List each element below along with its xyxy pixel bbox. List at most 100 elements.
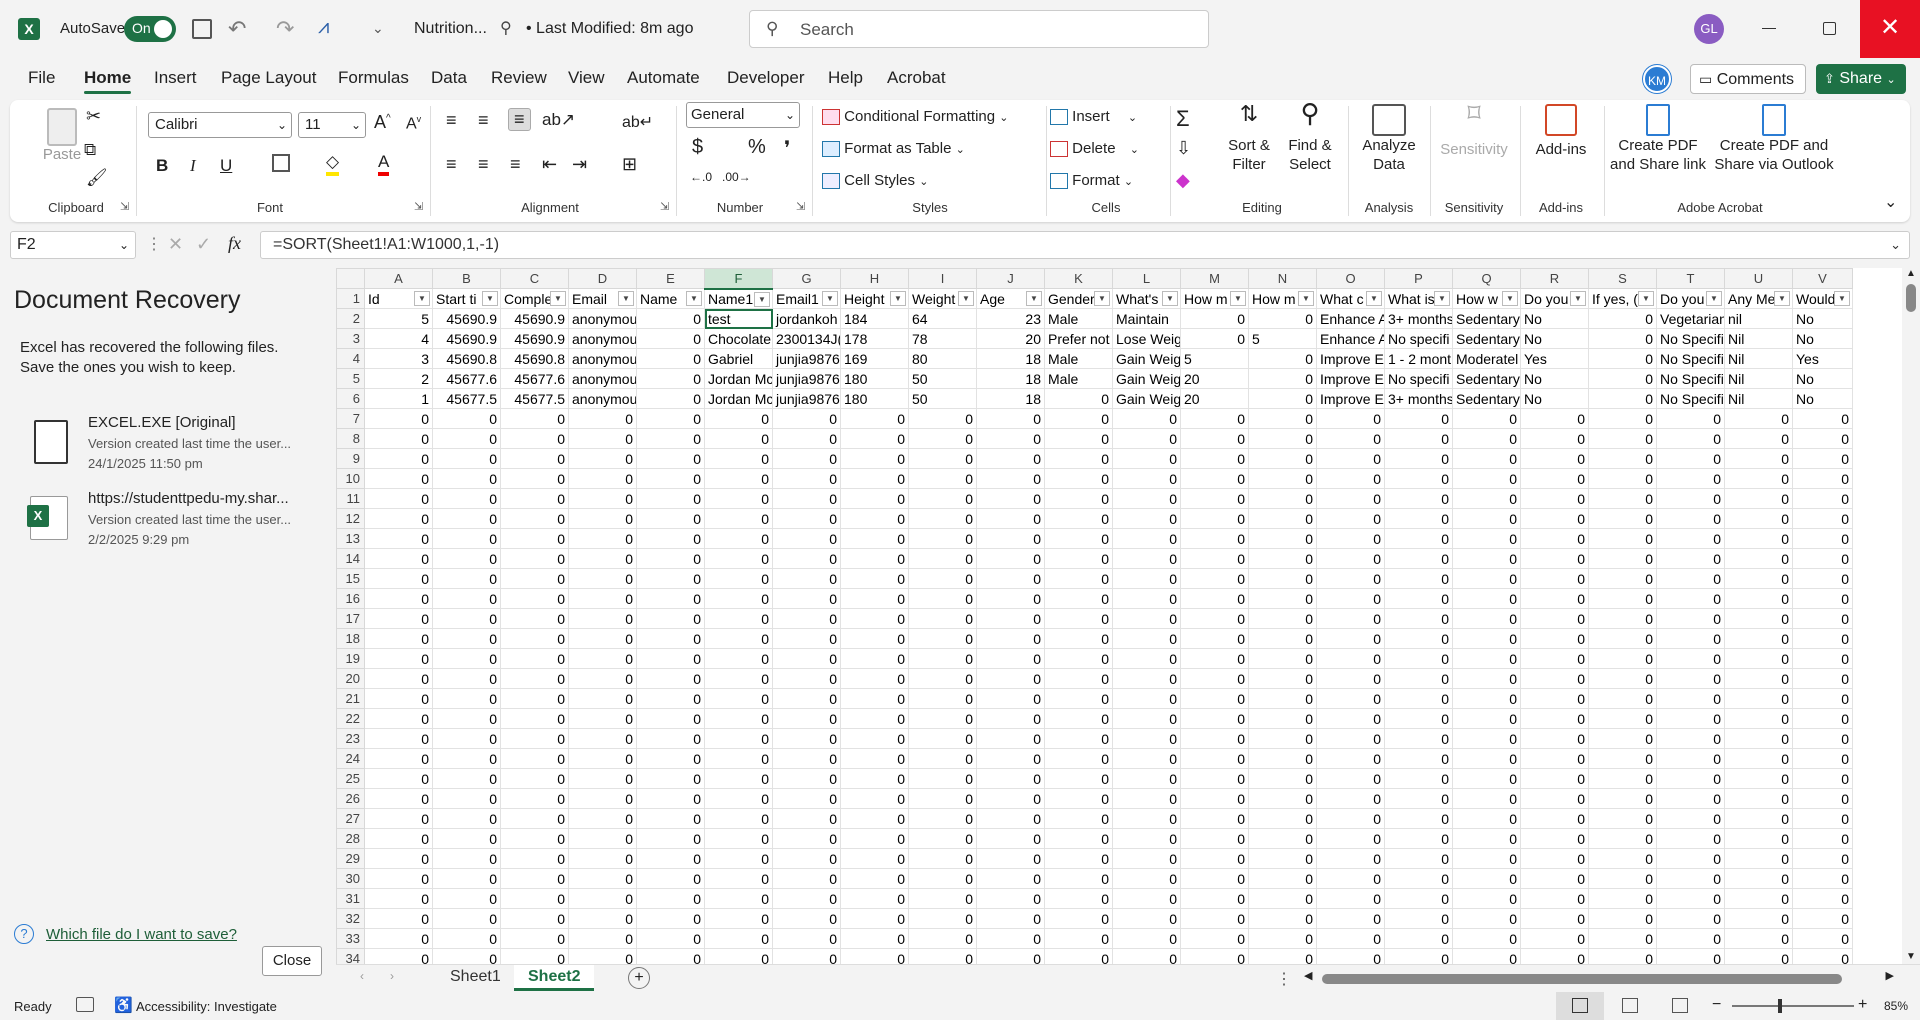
cell[interactable]: 0 <box>1724 928 1793 949</box>
cell[interactable]: Gabriel <box>704 348 773 369</box>
cell[interactable]: 0 <box>1452 608 1521 629</box>
cell[interactable]: 0 <box>1792 448 1853 469</box>
cell[interactable]: 0 <box>1656 528 1725 549</box>
vertical-scrollbar[interactable]: ▲ ▼ <box>1902 268 1920 964</box>
cell[interactable]: 0 <box>636 668 705 689</box>
cell[interactable]: 0 <box>1656 568 1725 589</box>
cell[interactable]: 0 <box>840 548 909 569</box>
cell[interactable]: junjia9876 <box>772 368 841 389</box>
cell[interactable]: 0 <box>568 588 637 609</box>
cell[interactable]: 0 <box>840 628 909 649</box>
cell[interactable]: 0 <box>772 668 841 689</box>
cell[interactable]: 0 <box>1316 508 1385 529</box>
name-box[interactable]: F2 ⌄ <box>10 231 136 259</box>
row-header[interactable]: 31 <box>336 888 365 909</box>
cell[interactable]: Male <box>1044 308 1113 329</box>
cell[interactable]: 64 <box>908 308 977 329</box>
cell[interactable]: 0 <box>1248 628 1317 649</box>
header-cell[interactable]: Gender ▼ <box>1044 288 1113 309</box>
prev-sheet-icon[interactable]: ‹ <box>360 969 364 983</box>
cell[interactable]: 5 <box>1248 328 1317 349</box>
filter-dropdown-icon[interactable]: ▼ <box>1026 291 1042 306</box>
cell[interactable]: 0 <box>636 628 705 649</box>
cell[interactable]: 0 <box>772 748 841 769</box>
row-header[interactable]: 7 <box>336 408 365 429</box>
cell[interactable]: 0 <box>568 628 637 649</box>
cell[interactable]: 0 <box>1180 668 1249 689</box>
cell[interactable]: 0 <box>1588 608 1657 629</box>
cell[interactable]: 0 <box>1044 808 1113 829</box>
cell[interactable]: 0 <box>772 508 841 529</box>
cell[interactable]: 0 <box>704 468 773 489</box>
row-header[interactable]: 19 <box>336 648 365 669</box>
cell[interactable]: 0 <box>1248 748 1317 769</box>
cell[interactable]: 0 <box>500 548 569 569</box>
cell[interactable]: 0 <box>1792 748 1853 769</box>
conditional-formatting-button[interactable]: Conditional Formatting ⌄ <box>822 108 1008 126</box>
zoom-slider[interactable] <box>1732 999 1854 1013</box>
cell[interactable]: 23 <box>976 308 1045 329</box>
cell[interactable]: 0 <box>1452 928 1521 949</box>
cell[interactable]: 0 <box>1112 648 1181 669</box>
cell[interactable]: 0 <box>1180 628 1249 649</box>
cell[interactable]: 0 <box>500 728 569 749</box>
row-header[interactable]: 18 <box>336 628 365 649</box>
cell[interactable]: 0 <box>568 928 637 949</box>
cell[interactable]: 0 <box>908 408 977 429</box>
cell[interactable]: 0 <box>704 708 773 729</box>
cell[interactable]: 0 <box>976 708 1045 729</box>
cell[interactable]: 0 <box>908 608 977 629</box>
macro-record-icon[interactable] <box>76 997 94 1012</box>
cell[interactable]: 0 <box>1316 748 1385 769</box>
cell[interactable]: 0 <box>1180 828 1249 849</box>
column-header[interactable]: M <box>1180 268 1249 289</box>
cell[interactable]: 0 <box>364 688 433 709</box>
cell[interactable]: Improve E <box>1316 348 1385 369</box>
cell[interactable]: 0 <box>568 808 637 829</box>
cell[interactable]: 0 <box>1112 908 1181 929</box>
column-header[interactable]: U <box>1724 268 1793 289</box>
cell[interactable]: 0 <box>1452 848 1521 869</box>
cell[interactable]: 0 <box>1384 408 1453 429</box>
cell[interactable]: 0 <box>1724 688 1793 709</box>
cell[interactable]: 0 <box>1316 788 1385 809</box>
cell[interactable]: 0 <box>772 408 841 429</box>
column-header[interactable]: P <box>1384 268 1453 289</box>
cell[interactable]: 45690.9 <box>500 328 569 349</box>
cell[interactable]: 0 <box>432 608 501 629</box>
row-header[interactable]: 26 <box>336 788 365 809</box>
cell[interactable]: 0 <box>1520 488 1589 509</box>
cell[interactable]: 0 <box>1248 568 1317 589</box>
add-sheet-icon[interactable]: + <box>628 967 650 989</box>
cell[interactable]: 0 <box>364 748 433 769</box>
cell[interactable]: 0 <box>1248 928 1317 949</box>
cell[interactable]: 0 <box>1180 408 1249 429</box>
cell[interactable]: 0 <box>908 668 977 689</box>
column-header[interactable]: Q <box>1452 268 1521 289</box>
cell[interactable]: 0 <box>908 688 977 709</box>
font-name-select[interactable]: Calibri ⌄ <box>148 112 292 138</box>
zoom-in-icon[interactable]: + <box>1858 996 1867 1014</box>
cell[interactable]: 0 <box>1180 768 1249 789</box>
cell[interactable]: 0 <box>1724 668 1793 689</box>
cell[interactable]: 45677.6 <box>500 368 569 389</box>
filter-dropdown-icon[interactable]: ▼ <box>1230 291 1246 306</box>
cell[interactable]: 0 <box>908 448 977 469</box>
cell[interactable]: 0 <box>432 588 501 609</box>
menu-review[interactable]: Review <box>491 68 547 88</box>
italic-icon[interactable]: I <box>190 156 196 176</box>
row-header[interactable]: 10 <box>336 468 365 489</box>
cell[interactable]: 0 <box>1520 528 1589 549</box>
borders-icon[interactable] <box>272 154 290 172</box>
cell[interactable]: 0 <box>908 828 977 849</box>
cell[interactable]: 0 <box>1180 728 1249 749</box>
cell[interactable]: 0 <box>704 588 773 609</box>
account-avatar[interactable]: KM <box>1643 65 1671 93</box>
cell[interactable]: Jordan Mc <box>704 368 773 389</box>
cell[interactable]: Enhance A <box>1316 328 1385 349</box>
cell[interactable]: 0 <box>1792 648 1853 669</box>
cell[interactable]: 0 <box>1044 668 1113 689</box>
cell[interactable]: Sedentary <box>1452 308 1521 329</box>
row-header[interactable]: 3 <box>336 328 365 349</box>
cell[interactable]: 0 <box>432 488 501 509</box>
